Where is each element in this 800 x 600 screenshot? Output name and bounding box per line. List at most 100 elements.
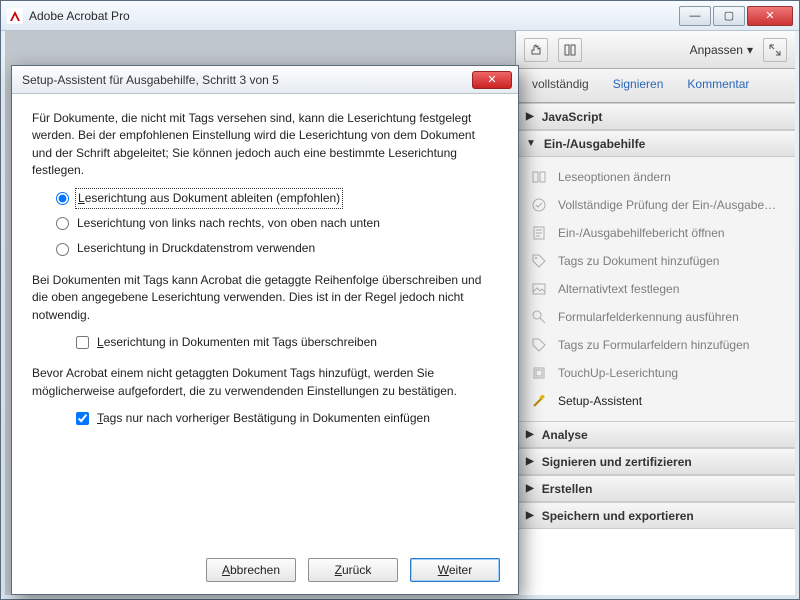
tab-kommentar[interactable]: Kommentar	[677, 69, 759, 102]
triangle-right-icon: ▶	[526, 429, 534, 440]
section-head-javascript[interactable]: ▶ JavaScript	[516, 104, 795, 130]
section-label: Speichern und exportieren	[542, 509, 694, 523]
image-icon	[530, 280, 548, 298]
button-label: Zurück	[335, 563, 372, 577]
fullscreen-button[interactable]	[763, 38, 787, 62]
report-icon	[530, 224, 548, 242]
dialog-titlebar: Setup-Assistent für Ausgabehilfe, Schrit…	[12, 66, 518, 94]
check-override-tagged[interactable]: Leserichtung in Dokumenten mit Tags über…	[76, 334, 498, 351]
app-body: Anpassen ▾ vollständig Signieren Komment…	[5, 31, 795, 595]
magnify-icon	[530, 308, 548, 326]
tool-formular[interactable]: Formularfelderkennung ausführen	[516, 303, 795, 331]
section-label: JavaScript	[542, 110, 603, 124]
radio-input[interactable]	[56, 217, 69, 230]
dialog-body: Für Dokumente, die nicht mit Tags verseh…	[12, 94, 518, 457]
section-head-speichern[interactable]: ▶ Speichern und exportieren	[516, 503, 795, 529]
wand-icon	[530, 392, 548, 410]
reading-order-radio-group: Leserichtung aus Dokument ableiten (empf…	[56, 190, 498, 258]
triangle-right-icon: ▶	[526, 483, 534, 494]
tool-tagsform[interactable]: Tags zu Formularfeldern hinzufügen	[516, 331, 795, 359]
tab-signieren[interactable]: Signieren	[603, 69, 674, 102]
touchup-icon	[530, 364, 548, 382]
section-label: Erstellen	[542, 482, 593, 496]
tag-icon	[530, 252, 548, 270]
button-label: Weiter	[438, 563, 472, 577]
radio-label: Leserichtung in Druckdatenstrom verwende…	[77, 240, 315, 257]
next-button[interactable]: Weiter	[410, 558, 500, 582]
app-icon	[7, 8, 23, 24]
section-head-signieren[interactable]: ▶ Signieren und zertifizieren	[516, 449, 795, 475]
toolstrip: Anpassen ▾	[516, 31, 795, 69]
tool-label: Tags zu Dokument hinzufügen	[558, 254, 719, 268]
section-analyse: ▶ Analyse	[516, 421, 795, 448]
section-label: Analyse	[542, 428, 588, 442]
tool-label: Tags zu Formularfeldern hinzufügen	[558, 338, 749, 352]
section-javascript: ▶ JavaScript	[516, 103, 795, 130]
close-button[interactable]: ✕	[747, 6, 793, 26]
page-layout-button[interactable]	[558, 38, 582, 62]
tool-alttext[interactable]: Alternativtext festlegen	[516, 275, 795, 303]
check-confirm-before-tagging[interactable]: Tags nur nach vorheriger Bestätigung in …	[76, 410, 498, 427]
section-label: Ein-/Ausgabehilfe	[544, 137, 645, 151]
tool-label: Ein-/Ausgabehilfebericht öffnen	[558, 226, 725, 240]
back-button[interactable]: Zurück	[308, 558, 398, 582]
checkbox-label: Leserichtung in Dokumenten mit Tags über…	[97, 334, 377, 351]
triangle-right-icon: ▶	[526, 111, 534, 122]
dialog-close-button[interactable]: ✕	[472, 71, 512, 89]
tab-cutoff[interactable]: vollständig	[522, 69, 599, 102]
chevron-down-icon: ▾	[747, 43, 753, 57]
tool-label: TouchUp-Leserichtung	[558, 366, 678, 380]
tool-setup[interactable]: Setup-Assistent	[516, 387, 795, 415]
section-signieren: ▶ Signieren und zertifizieren	[516, 448, 795, 475]
radio-derive-from-document[interactable]: Leserichtung aus Dokument ableiten (empf…	[56, 190, 498, 207]
hand-tool-button[interactable]	[524, 38, 548, 62]
dialog-paragraph-2: Bei Dokumenten mit Tags kann Acrobat die…	[32, 272, 498, 324]
checkbox-label: Tags nur nach vorheriger Bestätigung in …	[97, 410, 430, 427]
triangle-right-icon: ▶	[526, 456, 534, 467]
check-circle-icon	[530, 196, 548, 214]
tool-pruefung[interactable]: Vollständige Prüfung der Ein-/Ausgabe…	[516, 191, 795, 219]
window-title: Adobe Acrobat Pro	[29, 9, 677, 23]
section-head-analyse[interactable]: ▶ Analyse	[516, 422, 795, 448]
radio-label: Leserichtung aus Dokument ableiten (empf…	[77, 190, 341, 207]
tool-label: Setup-Assistent	[558, 394, 642, 408]
customize-menu[interactable]: Anpassen ▾	[690, 43, 753, 57]
tool-label: Formularfelderkennung ausführen	[558, 310, 739, 324]
radio-input[interactable]	[56, 243, 69, 256]
radio-label: Leserichtung von links nach rechts, von …	[77, 215, 380, 232]
section-body-einausgabe: Leseoptionen ändern Vollständige Prüfung…	[516, 157, 795, 421]
section-head-erstellen[interactable]: ▶ Erstellen	[516, 476, 795, 502]
panel-list: ▶ JavaScript ▼ Ein-/Ausgabehilfe Leseoptio…	[516, 103, 795, 595]
tool-label: Leseoptionen ändern	[558, 170, 671, 184]
triangle-right-icon: ▶	[526, 510, 534, 521]
tool-label: Alternativtext festlegen	[558, 282, 679, 296]
maximize-button[interactable]: ▢	[713, 6, 745, 26]
minimize-button[interactable]: —	[679, 6, 711, 26]
checkbox-input[interactable]	[76, 412, 89, 425]
tool-touchup[interactable]: TouchUp-Leserichtung	[516, 359, 795, 387]
radio-print-stream[interactable]: Leserichtung in Druckdatenstrom verwende…	[56, 240, 498, 257]
dialog-paragraph-1: Für Dokumente, die nicht mit Tags verseh…	[32, 110, 498, 180]
radio-input[interactable]	[56, 192, 69, 205]
section-einausgabe: ▼ Ein-/Ausgabehilfe Leseoptionen ändern V…	[516, 130, 795, 421]
radio-left-to-right[interactable]: Leserichtung von links nach rechts, von …	[56, 215, 498, 232]
cancel-button[interactable]: Abbrechen	[206, 558, 296, 582]
tool-leseoptionen[interactable]: Leseoptionen ändern	[516, 163, 795, 191]
dialog-title: Setup-Assistent für Ausgabehilfe, Schrit…	[18, 73, 472, 87]
book-icon	[530, 168, 548, 186]
checkbox-input[interactable]	[76, 336, 89, 349]
titlebar: Adobe Acrobat Pro — ▢ ✕	[1, 1, 799, 31]
tool-tagsdoc[interactable]: Tags zu Dokument hinzufügen	[516, 247, 795, 275]
tool-bericht[interactable]: Ein-/Ausgabehilfebericht öffnen	[516, 219, 795, 247]
dialog-paragraph-3: Bevor Acrobat einem nicht getaggten Doku…	[32, 365, 498, 400]
window-buttons: — ▢ ✕	[677, 6, 793, 26]
tool-label: Vollständige Prüfung der Ein-/Ausgabe…	[558, 198, 776, 212]
tools-pane: Anpassen ▾ vollständig Signieren Komment…	[515, 31, 795, 595]
customize-label: Anpassen	[690, 43, 743, 57]
section-erstellen: ▶ Erstellen	[516, 475, 795, 502]
section-label: Signieren und zertifizieren	[542, 455, 692, 469]
triangle-down-icon: ▼	[526, 138, 536, 149]
setup-wizard-dialog: Setup-Assistent für Ausgabehilfe, Schrit…	[11, 65, 519, 595]
section-head-einausgabe[interactable]: ▼ Ein-/Ausgabehilfe	[516, 131, 795, 157]
section-speichern: ▶ Speichern und exportieren	[516, 502, 795, 529]
